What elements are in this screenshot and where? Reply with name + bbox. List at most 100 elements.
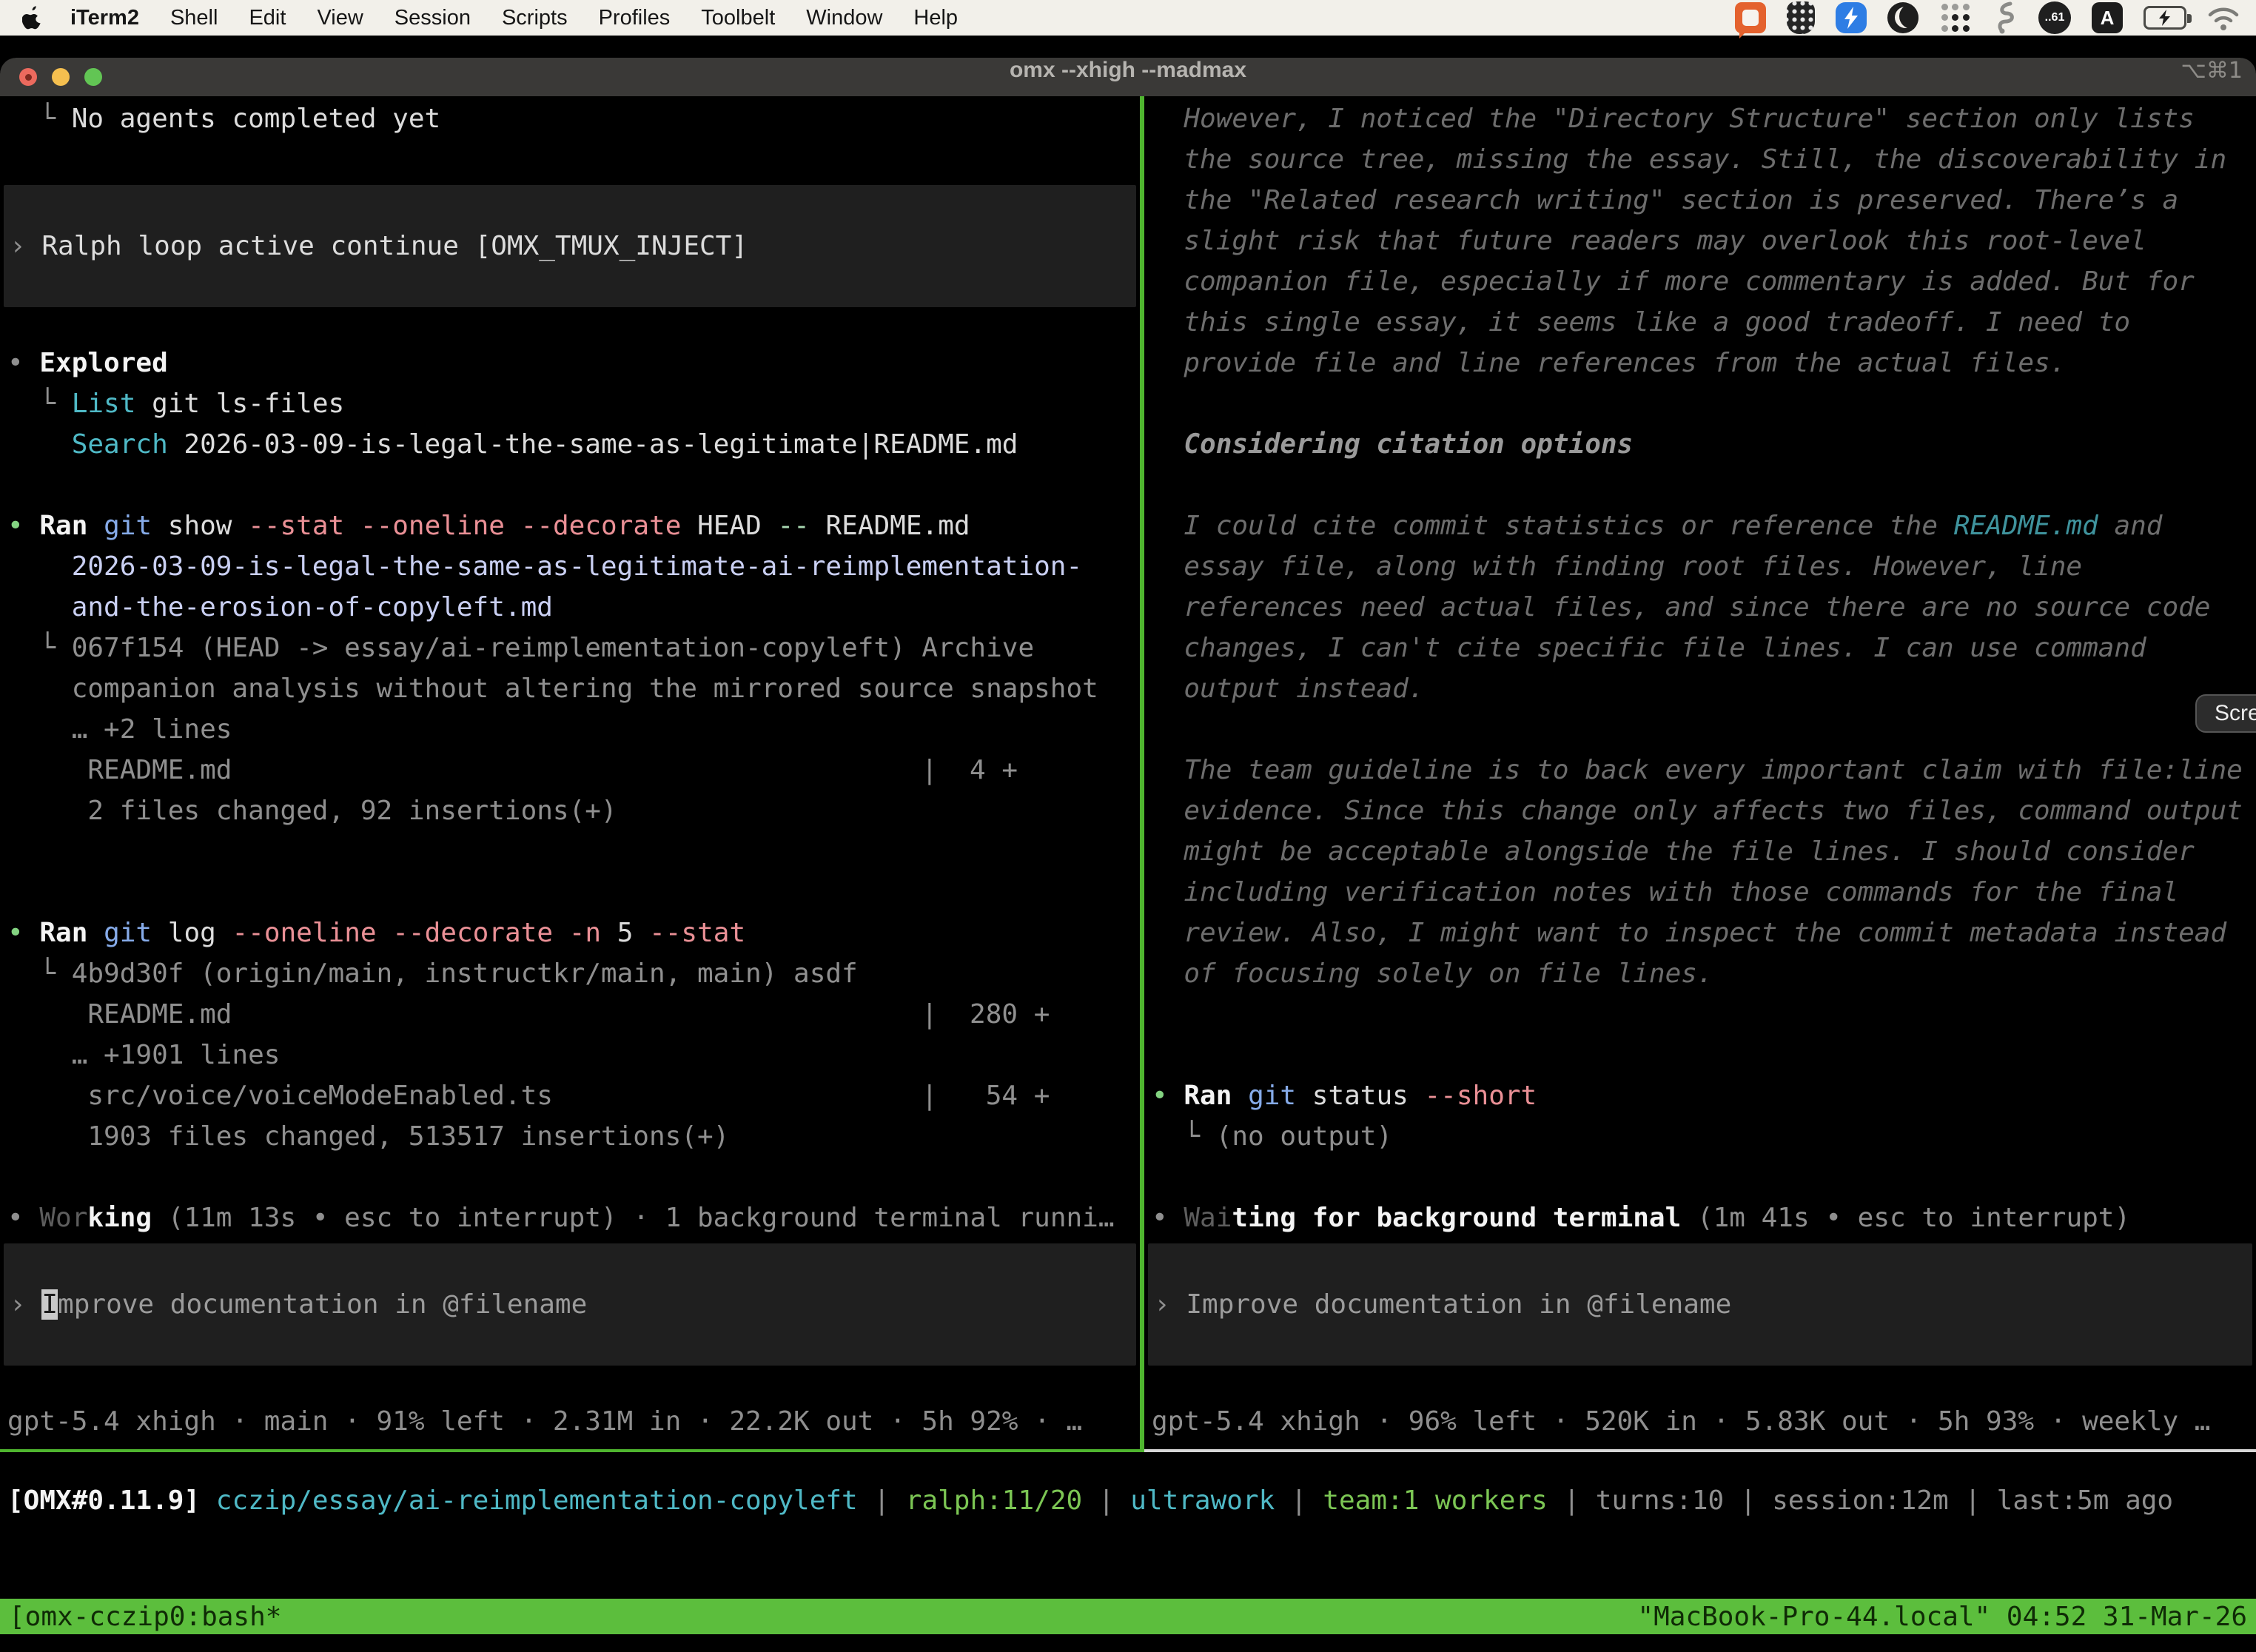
text-segment: | 280 +	[921, 999, 1050, 1030]
text-segment: •	[7, 511, 39, 541]
thinking-paragraph-line: However, I noticed the "Directory Struct…	[1144, 104, 2256, 144]
right-composer-input[interactable]: › Improve documentation in @filename	[1148, 1243, 2252, 1366]
text-segment: ralph:11/20	[906, 1485, 1082, 1516]
screen: iTerm2 Shell Edit View Session Scripts P…	[0, 0, 2256, 1652]
text-segment: (11m 13s • esc to interrupt) · 1 backgro…	[152, 1203, 1114, 1233]
terminal-row	[0, 877, 1140, 918]
text-segment: git	[104, 511, 152, 541]
text-segment: ting for background terminal	[1232, 1203, 1681, 1233]
text-segment	[505, 511, 521, 541]
left-model-status-line: gpt-5.4 xhigh · main · 91% left · 2.31M …	[0, 1406, 1140, 1447]
text-segment: evidence. Since this change only affects…	[1152, 796, 2243, 826]
apple-menu-icon[interactable]	[22, 6, 42, 30]
thinking-paragraph-line: changes, I can't cite specific file line…	[1144, 633, 2256, 674]
text-segment: turns:10	[1596, 1485, 1724, 1516]
text-segment: --stat	[649, 918, 745, 948]
ran-git-show-line: • Ran git show --stat --oneline --decora…	[0, 511, 1140, 551]
title-bar[interactable]: omx --xhigh --madmax ⌥⌘1	[0, 58, 2256, 96]
text-segment: companion analysis without altering the …	[7, 674, 1098, 704]
text-segment: README.md	[810, 511, 970, 541]
window-shortcut-badge: ⌥⌘1	[2181, 58, 2243, 84]
letter-a-label: A	[2101, 7, 2115, 30]
command-arg-wrap-line: 2026-03-09-is-legal-the-same-as-legitima…	[0, 551, 1140, 592]
text-segment: gpt-5.4 xhigh · main · 91% left · 2.31M …	[7, 1406, 1082, 1437]
menu-item-toolbelt[interactable]: Toolbelt	[701, 6, 775, 30]
text-segment	[553, 918, 569, 948]
ralph-injected-message-box[interactable]: › Ralph loop active continue [OMX_TMUX_I…	[4, 185, 1136, 307]
battery-icon[interactable]	[2143, 6, 2186, 30]
diffstat-line: README.md| 280 +	[0, 999, 1140, 1040]
squiggle-icon[interactable]	[1993, 1, 2018, 35]
menu-item-shell[interactable]: Shell	[170, 6, 218, 30]
iterm2-window: omx --xhigh --madmax ⌥⌘1 └ No agents com…	[0, 58, 2256, 1652]
thinking-paragraph-line: slight risk that future readers may over…	[1144, 226, 2256, 266]
ran-git-log-line: • Ran git log --oneline --decorate -n 5 …	[0, 918, 1140, 958]
text-segment: Wor	[39, 1203, 87, 1233]
terminal-row	[0, 470, 1140, 511]
text-segment: of focusing solely on file lines.	[1152, 958, 1713, 989]
text-segment: src/voice/voiceModeEnabled.ts	[7, 1081, 553, 1111]
battery-61-badge-icon[interactable]: ..61	[2038, 1, 2071, 34]
dots-grid-icon[interactable]	[1939, 1, 1972, 34]
thinking-paragraph-line: references need actual files, and since …	[1144, 592, 2256, 633]
truncated-lines-note: … +2 lines	[0, 714, 1140, 755]
text-segment: log	[152, 918, 232, 948]
text-segment: •	[1152, 1081, 1184, 1111]
menu-item-view[interactable]: View	[317, 6, 363, 30]
diffstat-line: README.md| 4 +	[0, 755, 1140, 796]
tmux-status-bar: [omx-cczip0:bash* "MacBook-Pro-44.local"…	[0, 1599, 2256, 1634]
text-segment: 2 files changed, 92 insertions(+)	[7, 796, 617, 826]
bolt-badge-icon[interactable]	[1836, 2, 1867, 33]
menu-item-edit[interactable]: Edit	[249, 6, 286, 30]
text-segment: Improve documentation in @filename	[1186, 1289, 1731, 1320]
terminal-row	[1144, 1366, 2256, 1406]
text-segment: git	[104, 918, 152, 948]
window-title: omx --xhigh --madmax	[0, 58, 2256, 83]
text-segment: Ran	[39, 918, 87, 948]
working-status-line: • Working (11m 13s • esc to interrupt) ·…	[0, 1203, 1140, 1243]
thinking-paragraph-line: the "Related research writing" section i…	[1144, 185, 2256, 226]
thinking-paragraph-line: evidence. Since this change only affects…	[1144, 796, 2256, 836]
text-segment: HEAD	[681, 511, 777, 541]
explored-header: • Explored	[0, 348, 1140, 389]
tmux-session-label[interactable]: [omx-cczip0:bash*	[9, 1602, 281, 1632]
thinking-paragraph-line: might be acceptable alongside the file l…	[1144, 836, 2256, 877]
menu-item-window[interactable]: Window	[806, 6, 882, 30]
text-segment: 5	[601, 918, 649, 948]
menu-item-profiles[interactable]: Profiles	[599, 6, 671, 30]
tmux-host-clock: "MacBook-Pro-44.local" 04:52 31-Mar-26	[1637, 1602, 2247, 1632]
text-segment: |	[1082, 1485, 1130, 1516]
letter-a-icon[interactable]: A	[2092, 2, 2123, 33]
text-segment: 1903 files changed, 513517 insertions(+)	[7, 1121, 729, 1152]
menu-item-help[interactable]: Help	[913, 6, 958, 30]
wifi-icon[interactable]	[2207, 3, 2240, 33]
left-composer-input-text: › Improve documentation in @filename	[4, 1289, 1136, 1320]
menu-item-iterm2[interactable]: iTerm2	[70, 6, 139, 30]
text-segment: Search	[72, 429, 168, 460]
text-segment: --oneline	[232, 918, 376, 948]
crescent-icon[interactable]	[1887, 2, 1918, 33]
tool-search-line: Search 2026-03-09-is-legal-the-same-as-l…	[0, 429, 1140, 470]
text-segment: mprove documentation in @filename	[58, 1289, 587, 1320]
chat-icon[interactable]	[1735, 2, 1766, 33]
text-segment: |	[1275, 1485, 1323, 1516]
menu-item-session[interactable]: Session	[395, 6, 471, 30]
text-segment: |	[1724, 1485, 1772, 1516]
keypad-shield-icon[interactable]	[1787, 1, 1815, 34]
left-composer-input[interactable]: › Improve documentation in @filename	[4, 1243, 1136, 1366]
text-segment: … +1901 lines	[7, 1040, 280, 1070]
text-segment: 2026-03-09-is-legal-the-same-as-legitima…	[7, 551, 1082, 582]
menu-item-scripts[interactable]: Scripts	[502, 6, 568, 30]
text-segment	[344, 511, 360, 541]
text-segment: git	[1248, 1081, 1296, 1111]
terminal-row	[0, 836, 1140, 877]
text-segment: --oneline	[360, 511, 505, 541]
screen-overlay-pill[interactable]: Scre	[2195, 694, 2256, 733]
text-segment: |	[858, 1485, 906, 1516]
text-segment	[7, 429, 72, 460]
right-agent-pane[interactable]: However, I noticed the "Directory Struct…	[1144, 96, 2256, 1452]
text-segment: ultrawork	[1130, 1485, 1275, 1516]
text-segment: List	[72, 389, 136, 419]
left-agent-pane[interactable]: └ No agents completed yet› Ralph loop ac…	[0, 96, 1140, 1452]
text-segment: provide file and line references from th…	[1152, 348, 2066, 378]
